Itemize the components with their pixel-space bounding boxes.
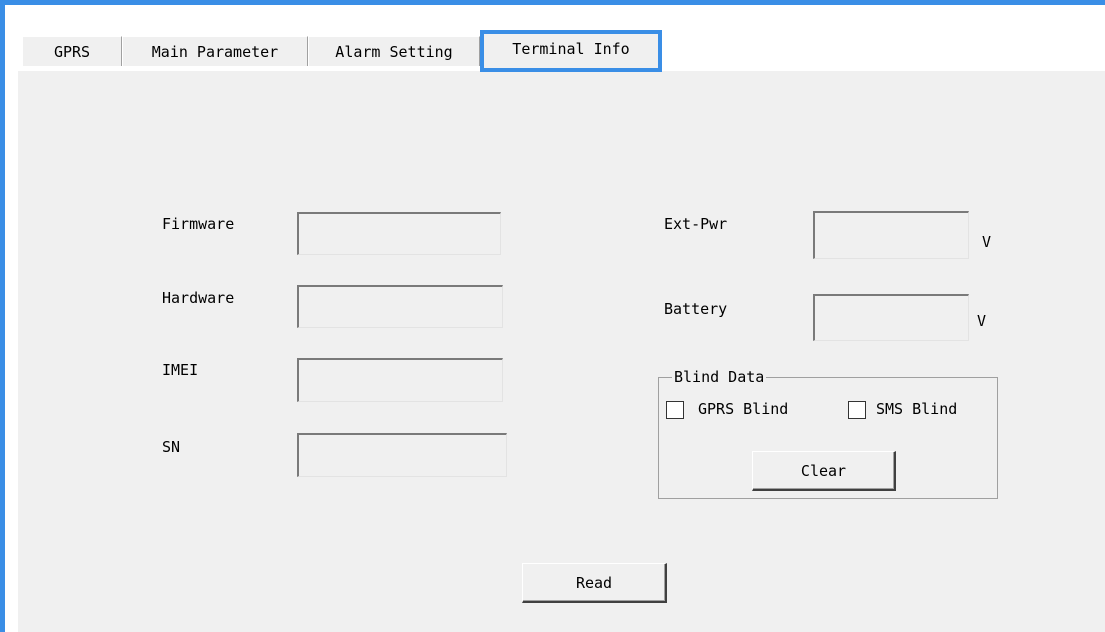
- ext-pwr-field[interactable]: [813, 211, 969, 259]
- read-button-label: Read: [575, 574, 613, 592]
- tab-terminal-info-label: Terminal Info: [512, 40, 630, 58]
- clear-button-label: Clear: [800, 462, 847, 480]
- hardware-field[interactable]: [297, 285, 503, 328]
- clear-button[interactable]: Clear: [752, 451, 896, 491]
- sms-blind-checkbox[interactable]: [848, 401, 866, 419]
- sn-label: SN: [162, 438, 181, 456]
- gprs-blind-checkbox[interactable]: [666, 401, 684, 419]
- window-left-border: [0, 0, 5, 632]
- tab-gprs[interactable]: GPRS: [22, 36, 122, 66]
- blind-data-title: Blind Data: [672, 367, 767, 387]
- tab-alarm-setting[interactable]: Alarm Setting: [308, 36, 480, 66]
- ext-pwr-label: Ext-Pwr: [664, 215, 728, 233]
- tab-gprs-label: GPRS: [53, 43, 91, 61]
- tab-main-parameter-label: Main Parameter: [151, 43, 279, 61]
- window-top-border: [0, 0, 1105, 5]
- ext-pwr-unit: V: [982, 233, 992, 251]
- battery-unit: V: [977, 312, 987, 330]
- battery-label: Battery: [664, 300, 728, 318]
- tab-panel-terminal-info: [17, 70, 1105, 632]
- firmware-label: Firmware: [162, 215, 235, 233]
- hardware-label: Hardware: [162, 289, 235, 307]
- sn-field[interactable]: [297, 433, 507, 477]
- tab-terminal-info[interactable]: Terminal Info: [480, 30, 662, 72]
- sms-blind-label[interactable]: SMS Blind: [876, 400, 957, 418]
- battery-field[interactable]: [813, 294, 969, 341]
- imei-field[interactable]: [297, 358, 503, 402]
- tab-alarm-setting-label: Alarm Setting: [335, 43, 453, 61]
- imei-label: IMEI: [162, 361, 199, 379]
- firmware-field[interactable]: [297, 212, 501, 255]
- tab-main-parameter[interactable]: Main Parameter: [122, 36, 308, 66]
- read-button[interactable]: Read: [522, 563, 667, 603]
- gprs-blind-label[interactable]: GPRS Blind: [698, 400, 788, 418]
